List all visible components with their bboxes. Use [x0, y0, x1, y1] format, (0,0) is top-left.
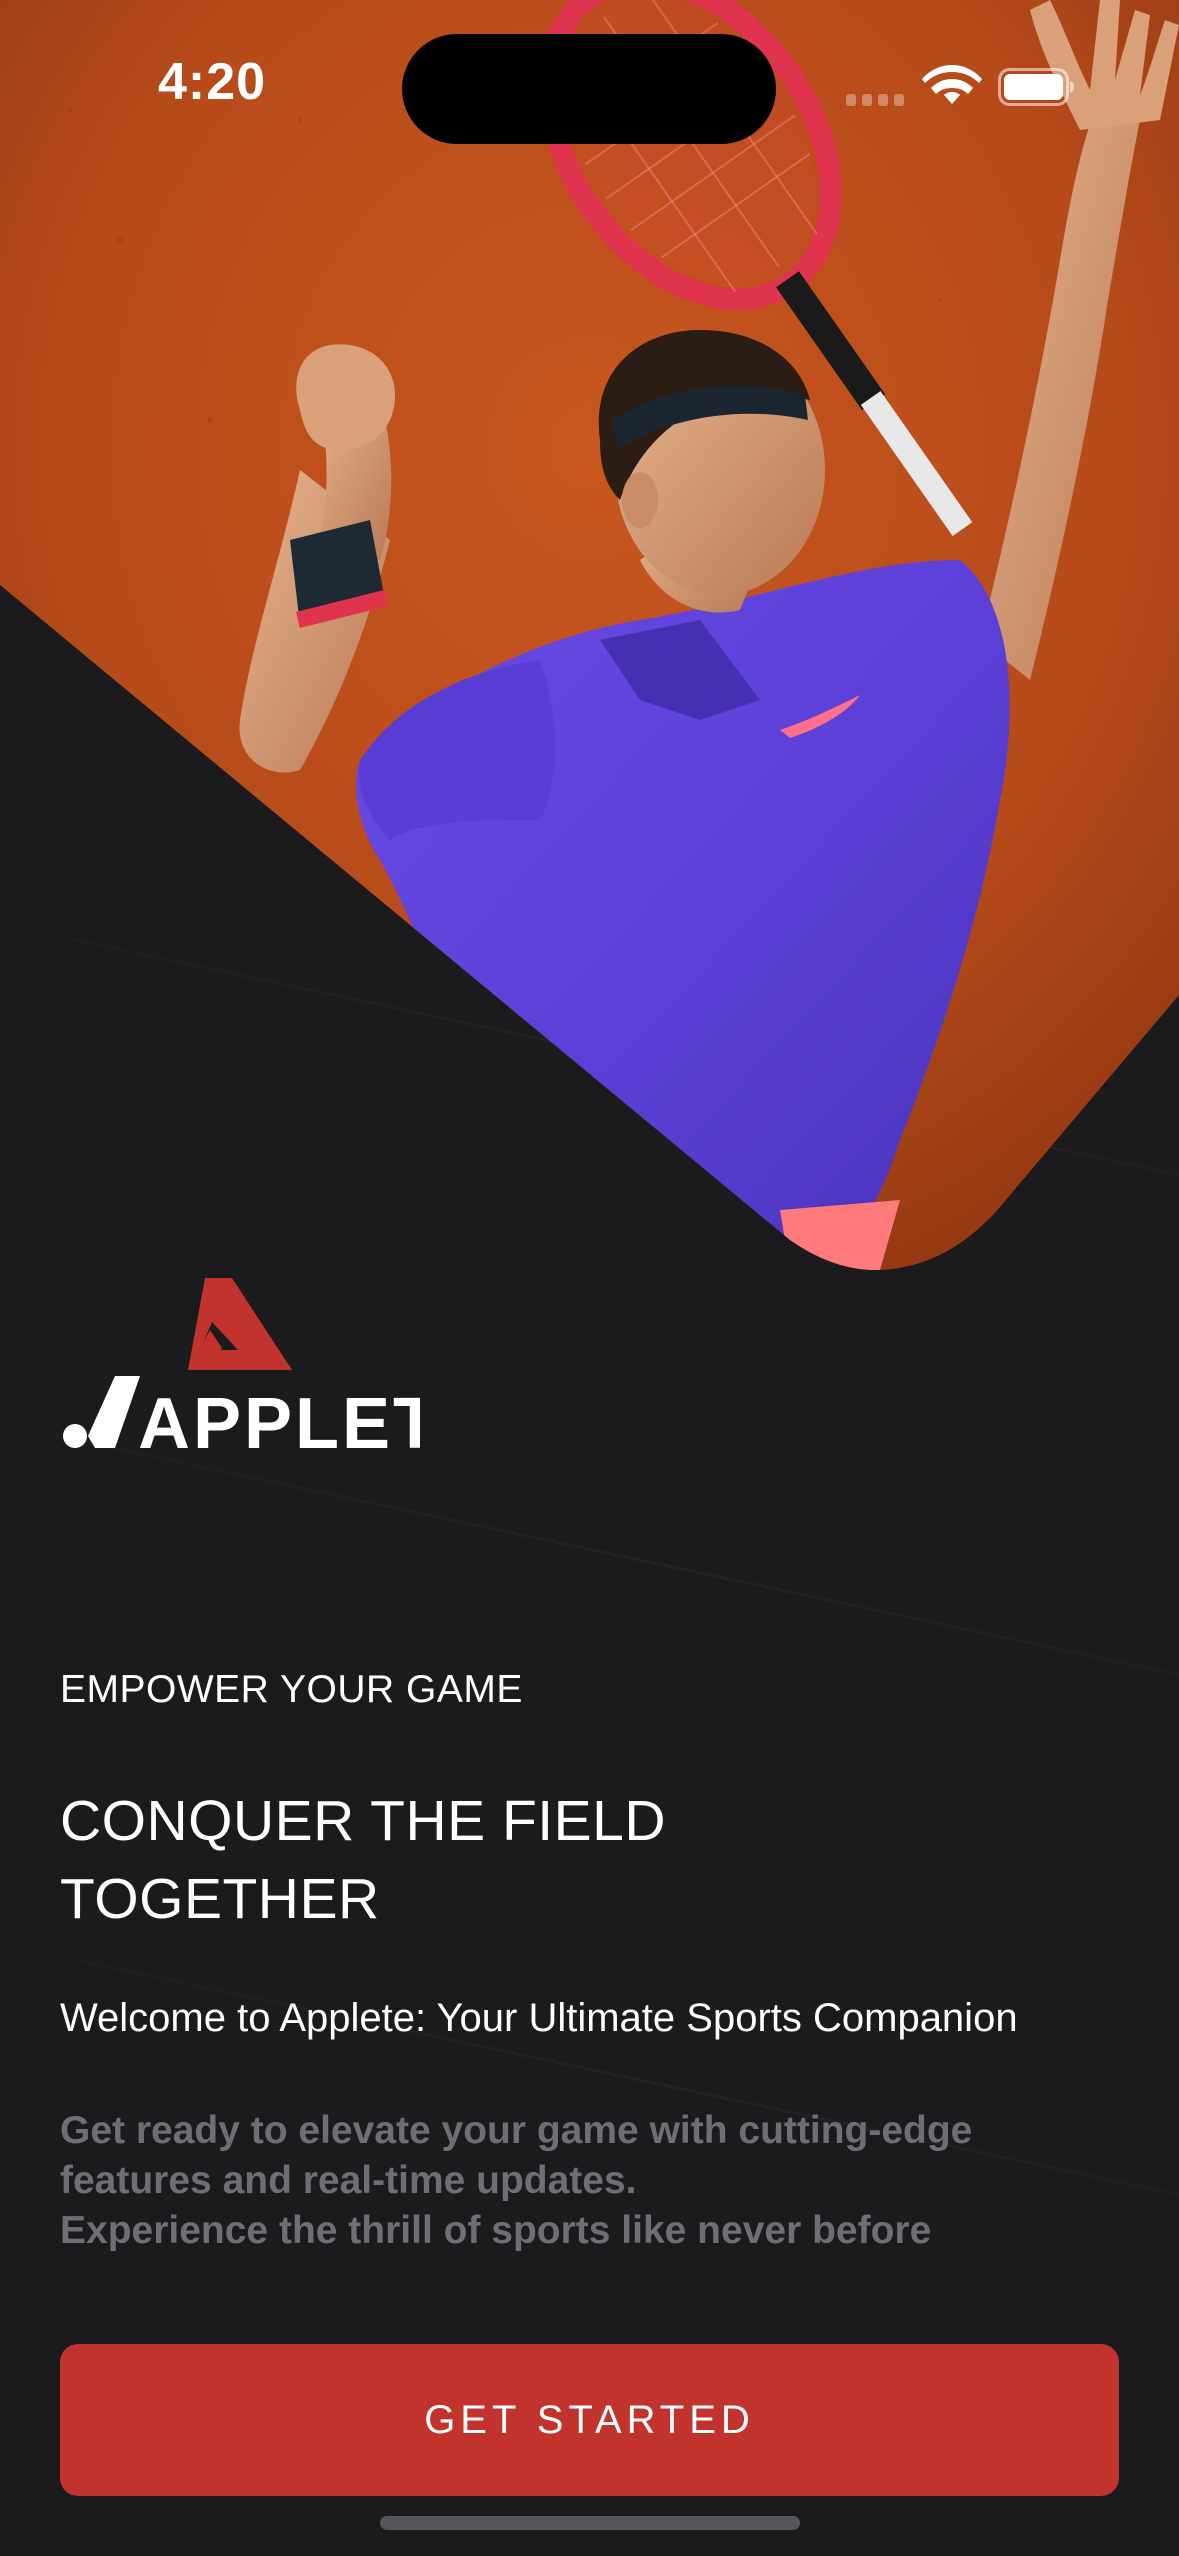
welcome-text: Welcome to Applete: Your Ultimate Sports… [60, 1996, 1018, 2040]
description-line: Experience the thrill of sports like nev… [60, 2209, 932, 2252]
description: Get ready to elevate your game with cutt… [60, 2106, 1140, 2256]
onboarding-screen: 4:20 APPLETE EMPOWER YOU [0, 0, 1179, 2556]
cellular-signal-icon [846, 94, 904, 106]
brand-wordmark: APPLETE [138, 1384, 420, 1448]
dynamic-island [402, 34, 776, 144]
headline: CONQUER THE FIELD TOGETHER [60, 1782, 860, 1938]
headline-line: TOGETHER [60, 1867, 380, 1931]
kicker-text: EMPOWER YOUR GAME [60, 1668, 523, 1711]
status-bar: 4:20 [0, 0, 1179, 150]
status-time: 4:20 [158, 53, 267, 111]
description-line: features and real-time updates. [60, 2159, 637, 2202]
hero-image [0, 0, 1179, 1271]
applete-logo: APPLETE [63, 1278, 420, 1448]
battery-icon [998, 68, 1074, 106]
triangle-logo-icon [188, 1278, 292, 1370]
wifi-icon [922, 65, 982, 104]
description-line: Get ready to elevate your game with cutt… [60, 2109, 973, 2152]
headline-line: CONQUER THE FIELD [60, 1789, 667, 1853]
home-indicator[interactable] [380, 2516, 800, 2530]
get-started-button[interactable]: GET STARTED [60, 2344, 1119, 2496]
